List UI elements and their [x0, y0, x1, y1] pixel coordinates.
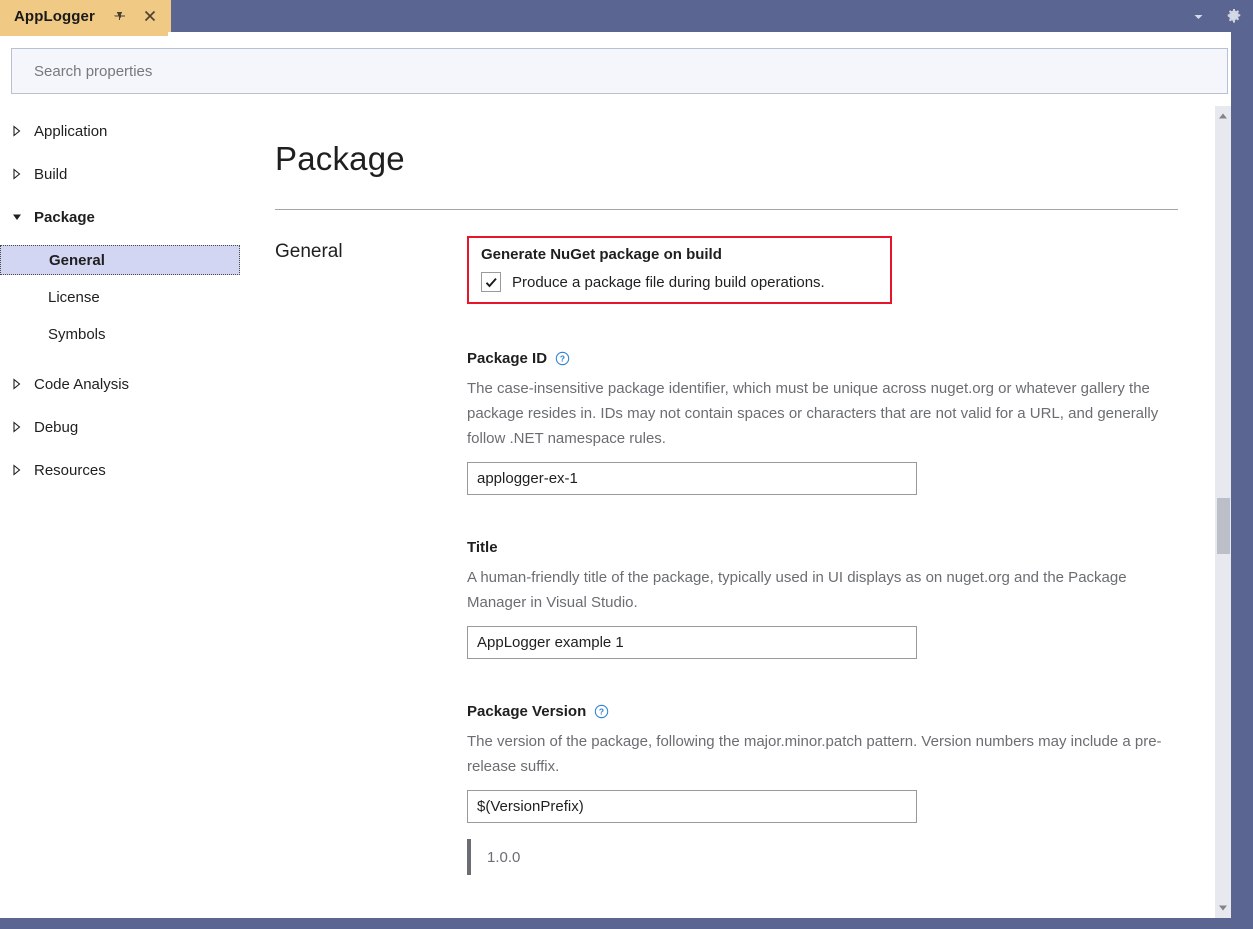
field-label: Title [467, 539, 498, 556]
sidebar-item-label: General [49, 252, 105, 269]
generate-package-checkbox-label: Produce a package file during build oper… [512, 274, 825, 291]
chevron-down-icon[interactable] [1189, 7, 1207, 25]
evaluated-value: 1.0.0 [487, 849, 520, 866]
scroll-up-arrow-icon[interactable] [1215, 108, 1231, 124]
chevron-right-icon [12, 464, 28, 476]
chevron-right-icon [12, 378, 28, 390]
tab-title: AppLogger [14, 8, 95, 25]
field-description: A human-friendly title of the package, t… [467, 565, 1177, 615]
field-label-row: Package Version ? [467, 703, 1177, 720]
field-description: The version of the package, following th… [467, 729, 1177, 779]
generate-package-checkbox-row[interactable]: Produce a package file during build oper… [481, 272, 880, 292]
package-version-evaluated-hint: 1.0.0 [467, 839, 1177, 875]
generate-package-heading: Generate NuGet package on build [481, 246, 880, 263]
sidebar-item-label: License [48, 289, 100, 306]
scrollbar-thumb[interactable] [1217, 498, 1230, 554]
titlebar-actions [1189, 0, 1243, 32]
content-vertical-scrollbar[interactable] [1215, 106, 1231, 918]
sidebar-item-label: Application [34, 123, 107, 140]
window-title-bar: AppLogger [0, 0, 1253, 32]
properties-navigation-sidebar: Application Build Package General Licens… [0, 106, 252, 918]
field-label: Package ID [467, 350, 547, 367]
sidebar-item-application[interactable]: Application [0, 116, 252, 146]
scroll-down-arrow-icon[interactable] [1215, 900, 1231, 916]
svg-text:?: ? [559, 354, 564, 364]
svg-text:?: ? [599, 707, 604, 717]
chevron-down-icon [12, 211, 28, 223]
help-icon[interactable]: ? [593, 704, 609, 720]
search-bar-region [0, 36, 1253, 104]
package-version-input[interactable] [467, 790, 917, 823]
generate-nuget-package-highlight: Generate NuGet package on build Produce … [467, 236, 892, 304]
sidebar-item-symbols[interactable]: Symbols [0, 319, 252, 349]
help-icon[interactable]: ? [554, 351, 570, 367]
field-description: The case-insensitive package identifier,… [467, 376, 1177, 451]
sidebar-item-code-analysis[interactable]: Code Analysis [0, 369, 252, 399]
generate-package-heading-text: Generate NuGet package on build [481, 246, 722, 263]
package-id-input[interactable] [467, 462, 917, 495]
sidebar-item-label: Debug [34, 419, 78, 436]
chevron-right-icon [12, 125, 28, 137]
sidebar-item-label: Resources [34, 462, 106, 479]
field-label: Package Version [467, 703, 586, 720]
chevron-right-icon [12, 421, 28, 433]
close-icon[interactable] [141, 7, 159, 25]
sidebar-item-package[interactable]: Package [0, 202, 252, 232]
sidebar-item-general[interactable]: General [0, 245, 240, 275]
sidebar-item-label: Code Analysis [34, 376, 129, 393]
sidebar-item-label: Symbols [48, 326, 106, 343]
title-input[interactable] [467, 626, 917, 659]
field-package-version: Package Version ? The version of the pac… [467, 703, 1177, 875]
field-label-row: Title [467, 539, 1177, 556]
generate-package-checkbox[interactable] [481, 272, 501, 292]
sidebar-item-resources[interactable]: Resources [0, 455, 252, 485]
window-right-edge [1231, 32, 1253, 929]
checkmark-icon [484, 275, 499, 290]
document-tab-applogger[interactable]: AppLogger [0, 0, 171, 32]
hint-accent-bar [467, 839, 471, 875]
section-label-general: General [275, 241, 343, 263]
sidebar-item-license[interactable]: License [0, 282, 252, 312]
fields-column: Generate NuGet package on build Produce … [467, 236, 1177, 918]
pin-icon[interactable] [109, 7, 127, 25]
title-divider [275, 209, 1178, 210]
gear-icon[interactable] [1225, 7, 1243, 25]
sidebar-item-build[interactable]: Build [0, 159, 252, 189]
search-input[interactable] [11, 48, 1228, 94]
chevron-right-icon [12, 168, 28, 180]
field-label-row: Package ID ? [467, 350, 1177, 367]
window-bottom-edge [0, 918, 1253, 929]
sidebar-item-label: Package [34, 209, 95, 226]
page-title: Package [275, 140, 405, 178]
field-package-id: Package ID ? The case-insensitive packag… [467, 350, 1177, 495]
field-title: Title A human-friendly title of the pack… [467, 539, 1177, 659]
properties-content-pane: Package General Generate NuGet package o… [252, 106, 1215, 918]
sidebar-item-debug[interactable]: Debug [0, 412, 252, 442]
sidebar-item-label: Build [34, 166, 67, 183]
